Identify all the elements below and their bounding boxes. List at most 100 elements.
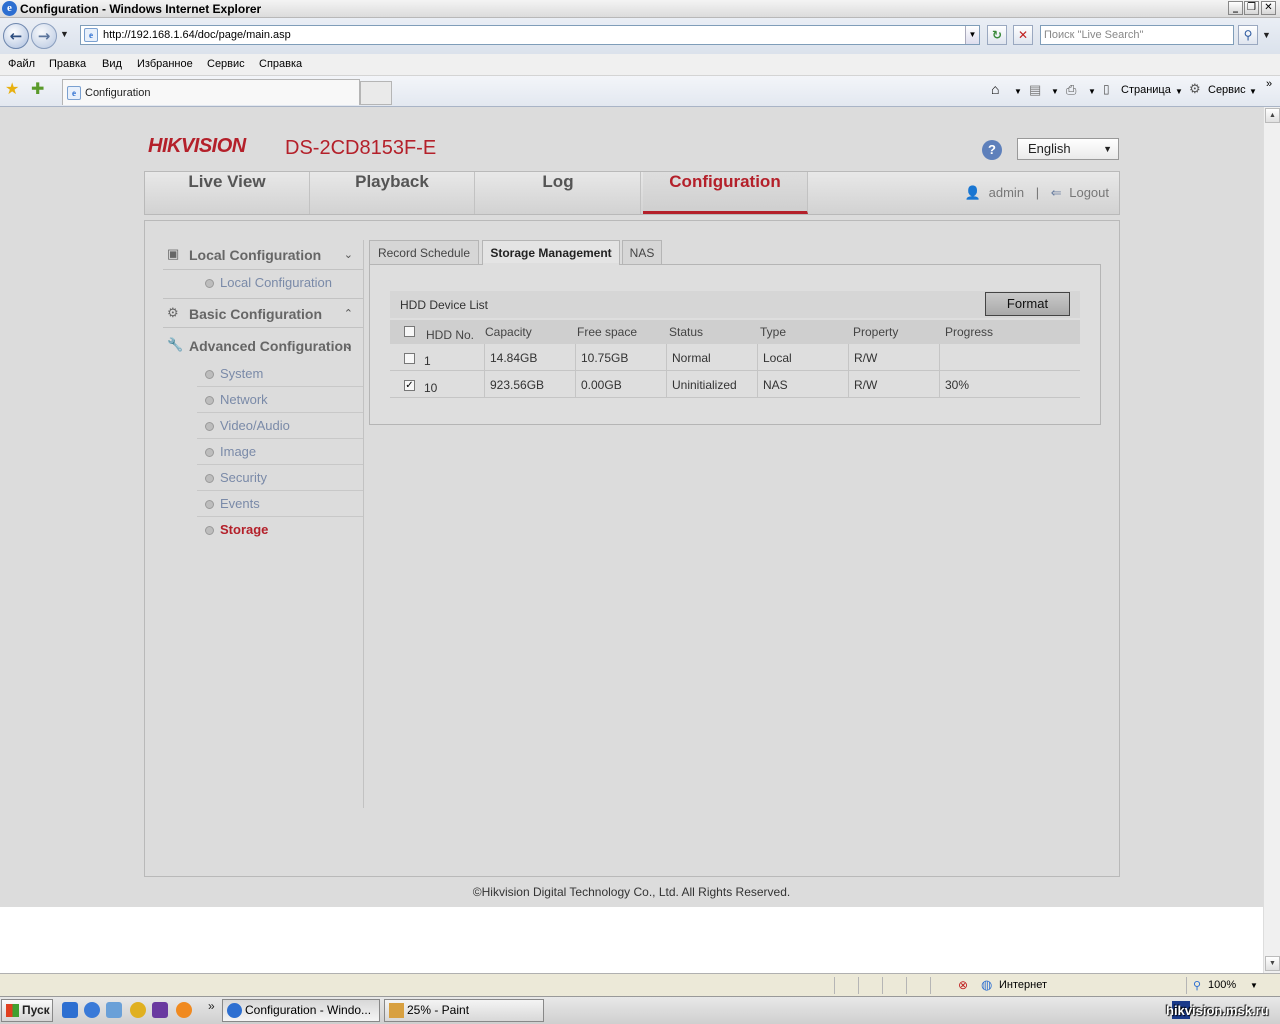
- feeds-icon[interactable]: ▤: [1029, 82, 1041, 98]
- sidebar-item-system[interactable]: System: [197, 361, 363, 387]
- tab-configuration[interactable]: Configuration: [643, 172, 808, 214]
- row-checkbox[interactable]: [404, 353, 415, 364]
- tools-dropdown-icon[interactable]: ▼: [1249, 87, 1257, 96]
- scroll-up-icon[interactable]: ▲: [1265, 108, 1280, 123]
- search-icon[interactable]: ⚲: [1238, 25, 1258, 45]
- status-separator: [1186, 977, 1187, 994]
- language-select[interactable]: English ▼: [1017, 138, 1119, 160]
- menu-edit[interactable]: Правка: [49, 58, 86, 70]
- bullet-icon: [205, 526, 214, 535]
- close-icon[interactable]: ✕: [1261, 1, 1276, 15]
- sidebar-group-local[interactable]: ▣ Local Configuration ⌄: [163, 240, 363, 270]
- browser-tab-title: Configuration: [85, 87, 151, 99]
- home-dropdown-icon[interactable]: ▼: [1014, 87, 1022, 96]
- taskbar-item-ie[interactable]: Configuration - Windo...: [222, 999, 380, 1022]
- search-input[interactable]: Поиск "Live Search": [1040, 25, 1234, 45]
- page-dropdown-icon[interactable]: ▼: [1175, 87, 1183, 96]
- search-options-icon[interactable]: ▼: [1262, 30, 1271, 40]
- chevron-down-icon: ▼: [1103, 144, 1112, 154]
- logout-icon[interactable]: ⇐: [1051, 185, 1062, 200]
- row-checkbox-checked[interactable]: ✓: [404, 380, 415, 391]
- tab-playback[interactable]: Playback: [310, 172, 475, 214]
- url-dropdown-icon[interactable]: ▼: [965, 26, 979, 44]
- tools-menu[interactable]: Сервис: [1208, 84, 1246, 96]
- menu-file[interactable]: Файл: [8, 58, 35, 70]
- url-field[interactable]: e http://192.168.1.64/doc/page/main.asp …: [80, 25, 980, 45]
- status-separator: [834, 977, 835, 994]
- ie-quicklaunch-icon[interactable]: [62, 1002, 78, 1018]
- status-separator: [882, 977, 883, 994]
- tab-record-schedule[interactable]: Record Schedule: [369, 240, 479, 265]
- start-button[interactable]: Пуск: [1, 999, 53, 1022]
- feeds-dropdown-icon[interactable]: ▼: [1051, 87, 1059, 96]
- main-nav: Live View Playback Log Configuration 👤 a…: [144, 171, 1120, 215]
- vertical-scrollbar[interactable]: ▲ ▼: [1263, 107, 1280, 973]
- wrench-icon: 🔧: [167, 337, 184, 352]
- cell-free-space: 10.75GB: [581, 351, 629, 365]
- menu-view[interactable]: Вид: [102, 58, 122, 70]
- sidebar-item-label: Local Configuration: [220, 275, 333, 290]
- tab-live-view[interactable]: Live View: [145, 172, 310, 214]
- browser-tab[interactable]: e Configuration: [62, 79, 360, 105]
- save-icon[interactable]: [152, 1002, 168, 1018]
- language-value: English: [1028, 141, 1071, 156]
- chevron-more-icon[interactable]: »: [208, 999, 215, 1013]
- favorites-star-icon[interactable]: ★: [5, 82, 19, 98]
- zoom-level[interactable]: 100%: [1208, 979, 1236, 991]
- sidebar-group-basic[interactable]: ⚙ Basic Configuration ⌃: [163, 298, 363, 328]
- column-separator: [575, 344, 576, 398]
- sidebar-item-label: Image: [220, 444, 257, 459]
- sidebar-item-storage[interactable]: Storage: [197, 517, 363, 543]
- sidebar-item-local-configuration[interactable]: Local Configuration: [197, 270, 363, 296]
- maximize-icon[interactable]: ❐: [1244, 1, 1259, 15]
- menu-bar: Файл Правка Вид Избранное Сервис Справка: [0, 54, 1280, 76]
- firefox-icon[interactable]: [176, 1002, 192, 1018]
- media-player-icon[interactable]: [84, 1002, 100, 1018]
- sidebar-item-network[interactable]: Network: [197, 387, 363, 413]
- print-icon[interactable]: ⎙: [1066, 82, 1076, 98]
- sidebar-item-video-audio[interactable]: Video/Audio: [197, 413, 363, 439]
- tab-log[interactable]: Log: [476, 172, 641, 214]
- sidebar-item-security[interactable]: Security: [197, 465, 363, 491]
- add-favorite-icon[interactable]: ✚: [31, 82, 44, 98]
- forward-button[interactable]: →: [31, 23, 57, 49]
- explorer-icon[interactable]: [106, 1002, 122, 1018]
- sidebar-item-events[interactable]: Events: [197, 491, 363, 517]
- minimize-icon[interactable]: _: [1228, 1, 1243, 15]
- app-icon[interactable]: [130, 1002, 146, 1018]
- scroll-down-icon[interactable]: ▼: [1265, 956, 1280, 971]
- hdd-list-title: HDD Device List: [400, 298, 489, 312]
- menu-help[interactable]: Справка: [259, 58, 302, 70]
- format-button[interactable]: Format: [985, 292, 1070, 316]
- column-separator: [757, 344, 758, 398]
- table-row[interactable]: 1 14.84GB 10.75GB Normal Local R/W: [390, 344, 1080, 371]
- sidebar-group-advanced[interactable]: 🔧 Advanced Configuration ⌄: [163, 331, 363, 361]
- history-dropdown-icon[interactable]: ▼: [60, 29, 69, 39]
- window-title-bar: e Configuration - Windows Internet Explo…: [0, 0, 1280, 18]
- tab-nas[interactable]: NAS: [622, 240, 662, 265]
- new-tab-button[interactable]: [360, 81, 392, 105]
- zoom-icon[interactable]: ⚲: [1193, 979, 1201, 992]
- back-button[interactable]: ←: [3, 23, 29, 49]
- chevron-more-icon[interactable]: »: [1266, 78, 1272, 90]
- select-all-checkbox[interactable]: [404, 326, 415, 337]
- sidebar-item-image[interactable]: Image: [197, 439, 363, 465]
- logout-link[interactable]: Logout: [1069, 185, 1109, 200]
- page-menu[interactable]: Страница: [1121, 84, 1171, 96]
- user-icon: 👤: [964, 185, 982, 200]
- help-icon[interactable]: ?: [982, 140, 1002, 160]
- stop-icon[interactable]: ✕: [1013, 25, 1033, 45]
- col-hdd-no: HDD No.: [426, 328, 475, 342]
- tab-page-icon: e: [67, 86, 81, 100]
- menu-tools[interactable]: Сервис: [207, 58, 245, 70]
- sidebar-group-label: Local Configuration: [189, 247, 322, 263]
- home-icon[interactable]: ⌂: [991, 81, 999, 97]
- print-dropdown-icon[interactable]: ▼: [1088, 87, 1096, 96]
- refresh-icon[interactable]: ↻: [987, 25, 1007, 45]
- username: admin: [988, 185, 1025, 200]
- taskbar-item-paint[interactable]: 25% - Paint: [384, 999, 544, 1022]
- table-row[interactable]: ✓ 10 923.56GB 0.00GB Uninitialized NAS R…: [390, 371, 1080, 398]
- menu-favorites[interactable]: Избранное: [137, 58, 193, 70]
- browser-tab-bar: ★ ✚ e Configuration ⌂ ▼ ▤ ▼ ⎙ ▼ ▯ Страни…: [0, 76, 1280, 107]
- zoom-dropdown-icon[interactable]: ▼: [1250, 981, 1258, 990]
